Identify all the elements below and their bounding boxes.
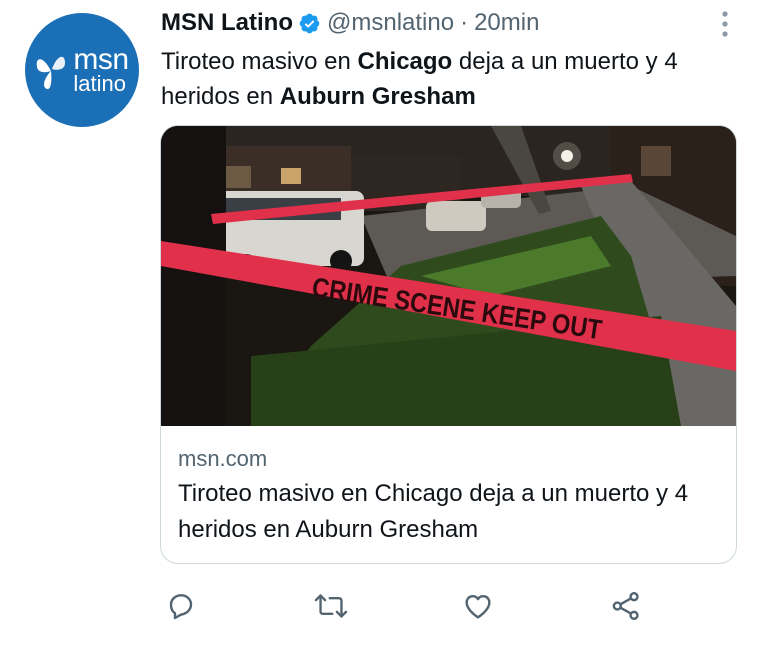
tweet-header: MSN Latino @msnlatino · 20min [161,7,740,39]
share-button[interactable] [606,588,646,624]
like-button[interactable] [458,588,498,624]
link-card[interactable]: CRIME SCENE KEEP OUT msn.com Tiroteo mas… [160,125,737,564]
msn-latino-logo: msn latino [35,45,129,96]
author-name[interactable]: MSN Latino [161,9,293,37]
tweet-text-part1: Tiroteo masivo en [161,48,358,75]
tweet-text: Tiroteo masivo en Chicago deja a un muer… [161,44,751,114]
reply-button[interactable] [161,588,201,624]
separator-dot: · [460,9,469,36]
author-handle[interactable]: @msnlatino [327,9,454,37]
card-image: CRIME SCENE KEEP OUT [161,126,736,426]
card-domain: msn.com [178,446,268,471]
tweet-text-bold-chicago: Chicago [357,48,453,75]
vertical-dots-icon [722,11,728,37]
avatar[interactable]: msn latino [25,13,139,127]
heart-icon [465,594,491,619]
retweet-icon [314,594,348,618]
tweet-timestamp[interactable]: 20min [474,9,539,37]
share-icon [612,592,639,620]
tweet-text-bold-auburn: Auburn Gresham [279,83,476,110]
verified-badge-icon [299,13,320,33]
reply-icon [169,594,193,620]
retweet-button[interactable] [311,588,351,624]
butterfly-icon [37,56,66,90]
action-bar [160,588,660,624]
avatar-logo-line2: latino [73,71,126,96]
card-title: Tiroteo masivo en Chicago deja a un muer… [178,480,689,543]
card-body: msn.com Tiroteo masivo en Chicago deja a… [178,444,720,548]
more-options-button[interactable] [710,9,740,39]
